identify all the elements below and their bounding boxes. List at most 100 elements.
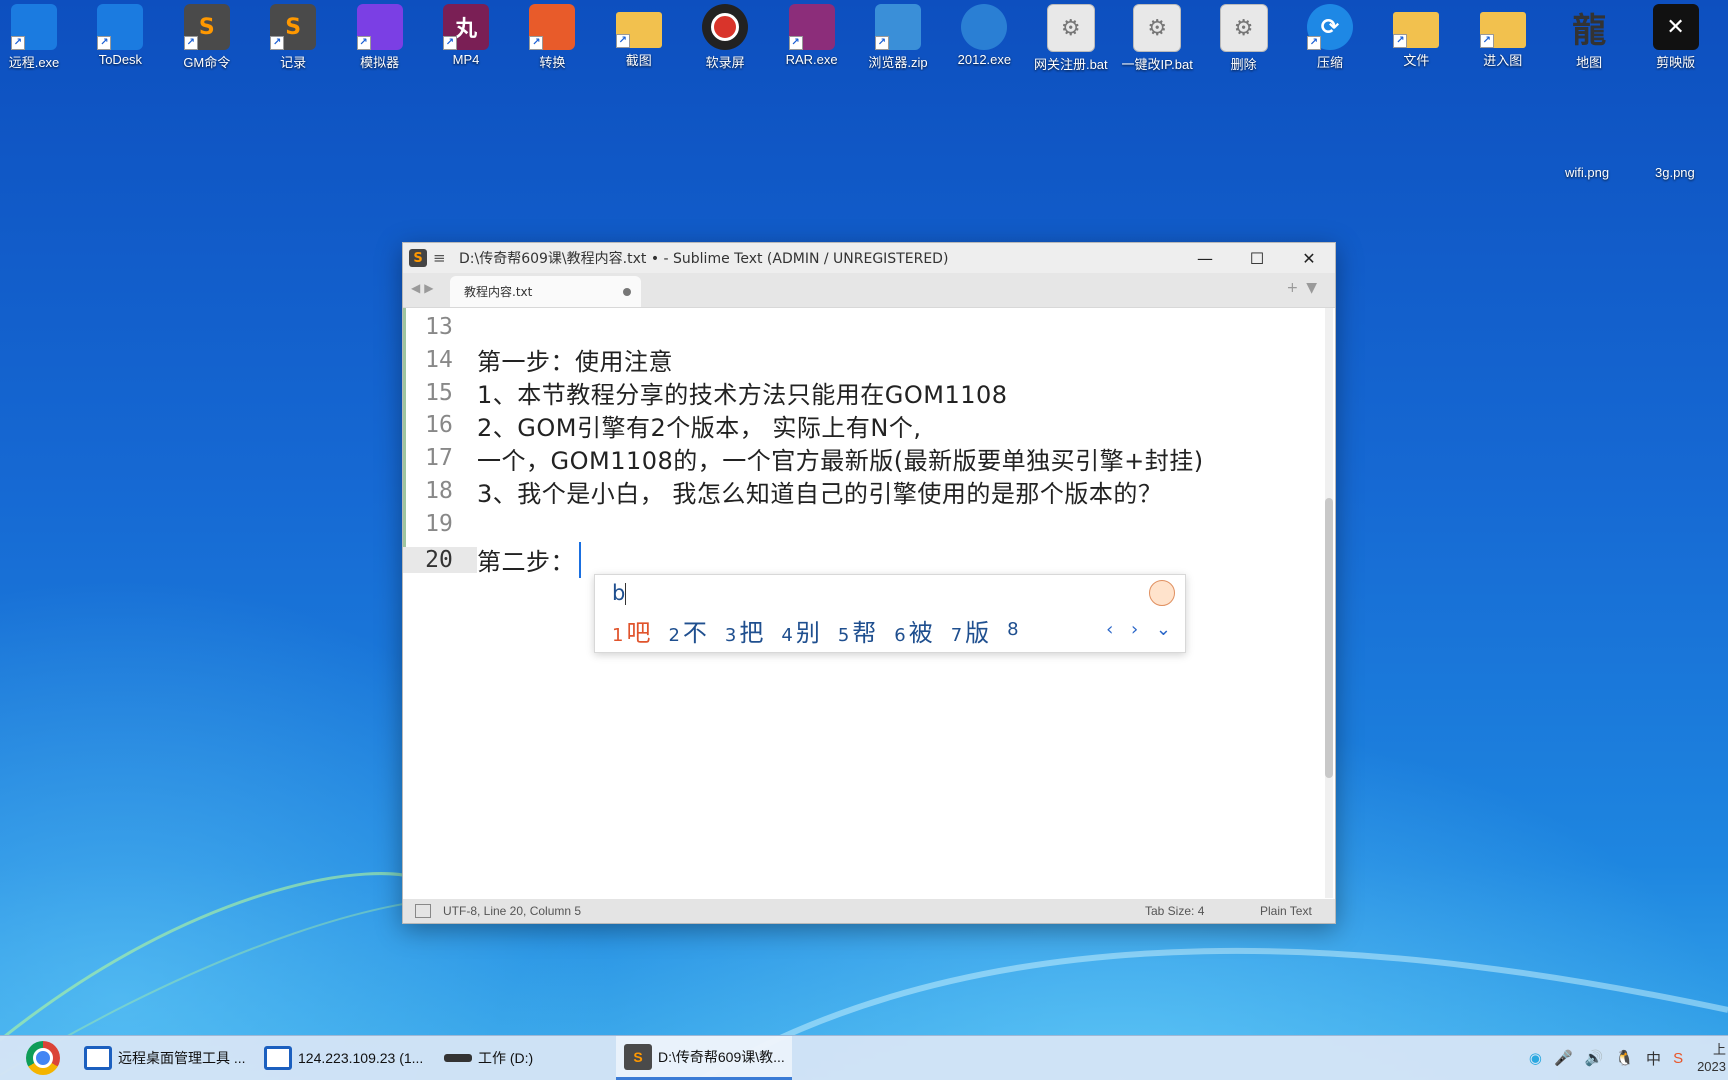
- drive-icon: [444, 1054, 472, 1062]
- unsaved-dot-icon[interactable]: [623, 287, 631, 296]
- ime-candidate-number: 5: [837, 625, 850, 646]
- desktop-file-wifi[interactable]: wifi.png: [1565, 165, 1609, 180]
- ime-candidate[interactable]: 2不: [668, 613, 706, 648]
- desktop-icon[interactable]: ⚙ 一键改IP.bat: [1117, 2, 1197, 73]
- line-number: 19: [425, 510, 453, 537]
- desktop-icon[interactable]: 丸 ↗ MP4: [426, 2, 506, 67]
- desktop-icon[interactable]: ⚙ 删除: [1204, 2, 1284, 73]
- ime-page-nav[interactable]: ‹ › ⌄: [1106, 619, 1177, 640]
- desktop-icon-label: 剪映版: [1656, 55, 1696, 70]
- ime-mode-icon[interactable]: 中: [1646, 1048, 1661, 1069]
- ime-logo-icon[interactable]: [1149, 580, 1175, 606]
- desktop-icon[interactable]: ↗ 截图: [599, 2, 679, 69]
- desktop-icon-label: RAR.exe: [785, 52, 838, 67]
- ime-candidate[interactable]: 3把: [725, 613, 763, 648]
- desktop-icon[interactable]: S ↗ GM命令: [167, 2, 247, 71]
- start-button-edge[interactable]: [0, 1036, 20, 1080]
- shortcut-arrow-icon: ↗: [356, 36, 371, 50]
- hamburger-menu-icon[interactable]: ≡: [433, 249, 451, 267]
- editor-line[interactable]: 18 3、我个是小白， 我怎么知道自己的引擎使用的是那个版本的？: [403, 475, 1163, 508]
- ime-candidate[interactable]: 4别: [781, 613, 819, 648]
- desktop-icon-label: MP4: [452, 52, 480, 67]
- taskbar-item-remote-desktop[interactable]: 远程桌面管理工具 ...: [76, 1036, 246, 1080]
- shortcut-arrow-icon: ↗: [270, 36, 285, 50]
- ime-candidate-window: b 1吧 2不 3把 4别 5帮 6被 7版 8 ‹ › ⌄: [594, 574, 1186, 653]
- desktop-icon-label: 进入图: [1483, 53, 1523, 68]
- desktop-icon[interactable]: 软录屏: [685, 2, 765, 71]
- tab-size-selector[interactable]: Tab Size: 4: [1145, 904, 1260, 918]
- editor-line[interactable]: 13: [403, 311, 477, 343]
- ime-candidate[interactable]: 8: [1007, 613, 1021, 648]
- desktop-icon-label: 浏览器.zip: [868, 55, 928, 70]
- ime-composition: b: [612, 581, 627, 605]
- titlebar[interactable]: S ≡ D:\传奇帮609课\教程内容.txt • - Sublime Text…: [403, 243, 1335, 273]
- minimize-button[interactable]: —: [1179, 243, 1231, 273]
- desktop-icon[interactable]: ↗ 远程.exe: [0, 2, 74, 71]
- mp4-icon: 丸 ↗: [443, 4, 489, 50]
- desktop-icon[interactable]: ↗ ToDesk: [80, 2, 160, 67]
- desktop-icon[interactable]: 龍地图: [1549, 2, 1629, 71]
- editor-line[interactable]: 19: [403, 508, 477, 540]
- microphone-icon[interactable]: 🎤: [1554, 1049, 1573, 1067]
- desktop-icon[interactable]: ↗ 转换: [512, 2, 592, 71]
- text-caret: [579, 541, 581, 578]
- taskbar-item-rdp-session[interactable]: 124.223.109.23 (1...: [256, 1036, 426, 1080]
- close-button[interactable]: ✕: [1283, 243, 1335, 273]
- folder-icon: ↗: [1479, 12, 1526, 48]
- tab-nav-arrows-icon[interactable]: ◀▶: [411, 281, 437, 295]
- ime-candidate-number: 4: [781, 625, 793, 646]
- tab-file[interactable]: 教程内容.txt: [450, 276, 641, 307]
- vertical-scrollbar[interactable]: [1325, 308, 1333, 898]
- chrome-taskbar-button[interactable]: [20, 1036, 70, 1080]
- taskbar-item-drive-d[interactable]: 工作 (D:): [436, 1036, 606, 1080]
- desktop-icon[interactable]: ↗ 浏览器.zip: [858, 2, 938, 71]
- batch-icon: ⚙: [1133, 4, 1182, 52]
- ime-candidate[interactable]: 7版: [951, 613, 989, 648]
- taskbar-label: 124.223.109.23 (1...: [298, 1050, 424, 1066]
- desktop-icon[interactable]: 2012.exe: [944, 2, 1024, 67]
- editor-line[interactable]: 16 2、GOM引擎有2个版本， 实际上有N个,: [403, 409, 922, 442]
- editor-line[interactable]: 20 第二步：: [403, 541, 581, 578]
- sublime-icon: S ↗: [270, 4, 317, 50]
- network-status-icon[interactable]: ◉: [1529, 1049, 1542, 1067]
- desktop-icon[interactable]: ⚙ 网关注册.bat: [1031, 2, 1111, 73]
- ime-candidate-number: 7: [950, 625, 963, 646]
- desktop-icon[interactable]: ↗ 模拟器: [340, 2, 420, 71]
- ime-candidate[interactable]: 6被: [894, 613, 932, 648]
- tab-tools[interactable]: +▼: [1287, 280, 1326, 296]
- status-bar: UTF-8, Line 20, Column 5 Tab Size: 4 Pla…: [403, 899, 1335, 923]
- desktop-icon-label: ToDesk: [98, 52, 143, 67]
- line-text: 3、我个是小白， 我怎么知道自己的引擎使用的是那个版本的？: [477, 479, 1163, 508]
- desktop-icon[interactable]: ↗ 文件: [1376, 2, 1456, 69]
- ime-candidates: 1吧 2不 3把 4别 5帮 6被 7版 8: [612, 613, 1040, 648]
- desktop-icon[interactable]: ✕ 剪映版: [1636, 2, 1716, 71]
- desktop-icon[interactable]: ⟳ ↗ 压缩: [1290, 2, 1370, 71]
- desktop-icon[interactable]: S ↗ 记录: [253, 2, 333, 71]
- remote-icon: ↗: [11, 4, 57, 50]
- clock[interactable]: 上 2023: [1697, 1041, 1726, 1075]
- desktop-icon[interactable]: ↗ 进入图: [1463, 2, 1543, 69]
- volume-icon[interactable]: 🔊: [1585, 1049, 1604, 1067]
- desktop-icon[interactable]: ↗ RAR.exe: [772, 2, 852, 67]
- toggle-panel-icon[interactable]: [415, 904, 431, 918]
- desktop-icon-label: 删除: [1230, 57, 1257, 72]
- scrollbar-thumb[interactable]: [1325, 498, 1333, 778]
- shortcut-arrow-icon: ↗: [1307, 36, 1321, 50]
- ime-candidate[interactable]: 5帮: [838, 613, 876, 648]
- ime-candidate[interactable]: 1吧: [612, 613, 650, 648]
- editor-line[interactable]: 15 1、本节教程分享的技术方法只能用在GOM1108: [403, 377, 1008, 410]
- line-text: 2、GOM引擎有2个版本， 实际上有N个,: [477, 413, 922, 442]
- desktop-file-3g[interactable]: 3g.png: [1655, 165, 1695, 180]
- batch-icon: ⚙: [1046, 4, 1095, 52]
- line-text: 第一步：使用注意: [477, 348, 673, 377]
- editor-line[interactable]: 14 第一步：使用注意: [403, 344, 673, 377]
- qq-icon[interactable]: 🐧: [1615, 1049, 1634, 1067]
- editor-line[interactable]: 17 一个，GOM1108的，一个官方最新版(最新版要单独买引擎+封挂): [403, 442, 1204, 475]
- taskbar-label: 工作 (D:): [478, 1050, 534, 1066]
- maximize-button[interactable]: ☐: [1231, 243, 1283, 273]
- sogou-icon[interactable]: S: [1673, 1050, 1683, 1067]
- ime-candidate-number: 3: [724, 625, 737, 646]
- taskbar-item-sublime[interactable]: S D:\传奇帮609课\教...: [616, 1036, 792, 1080]
- desktop-icon-label: 截图: [625, 53, 652, 68]
- syntax-selector[interactable]: Plain Text: [1260, 904, 1335, 918]
